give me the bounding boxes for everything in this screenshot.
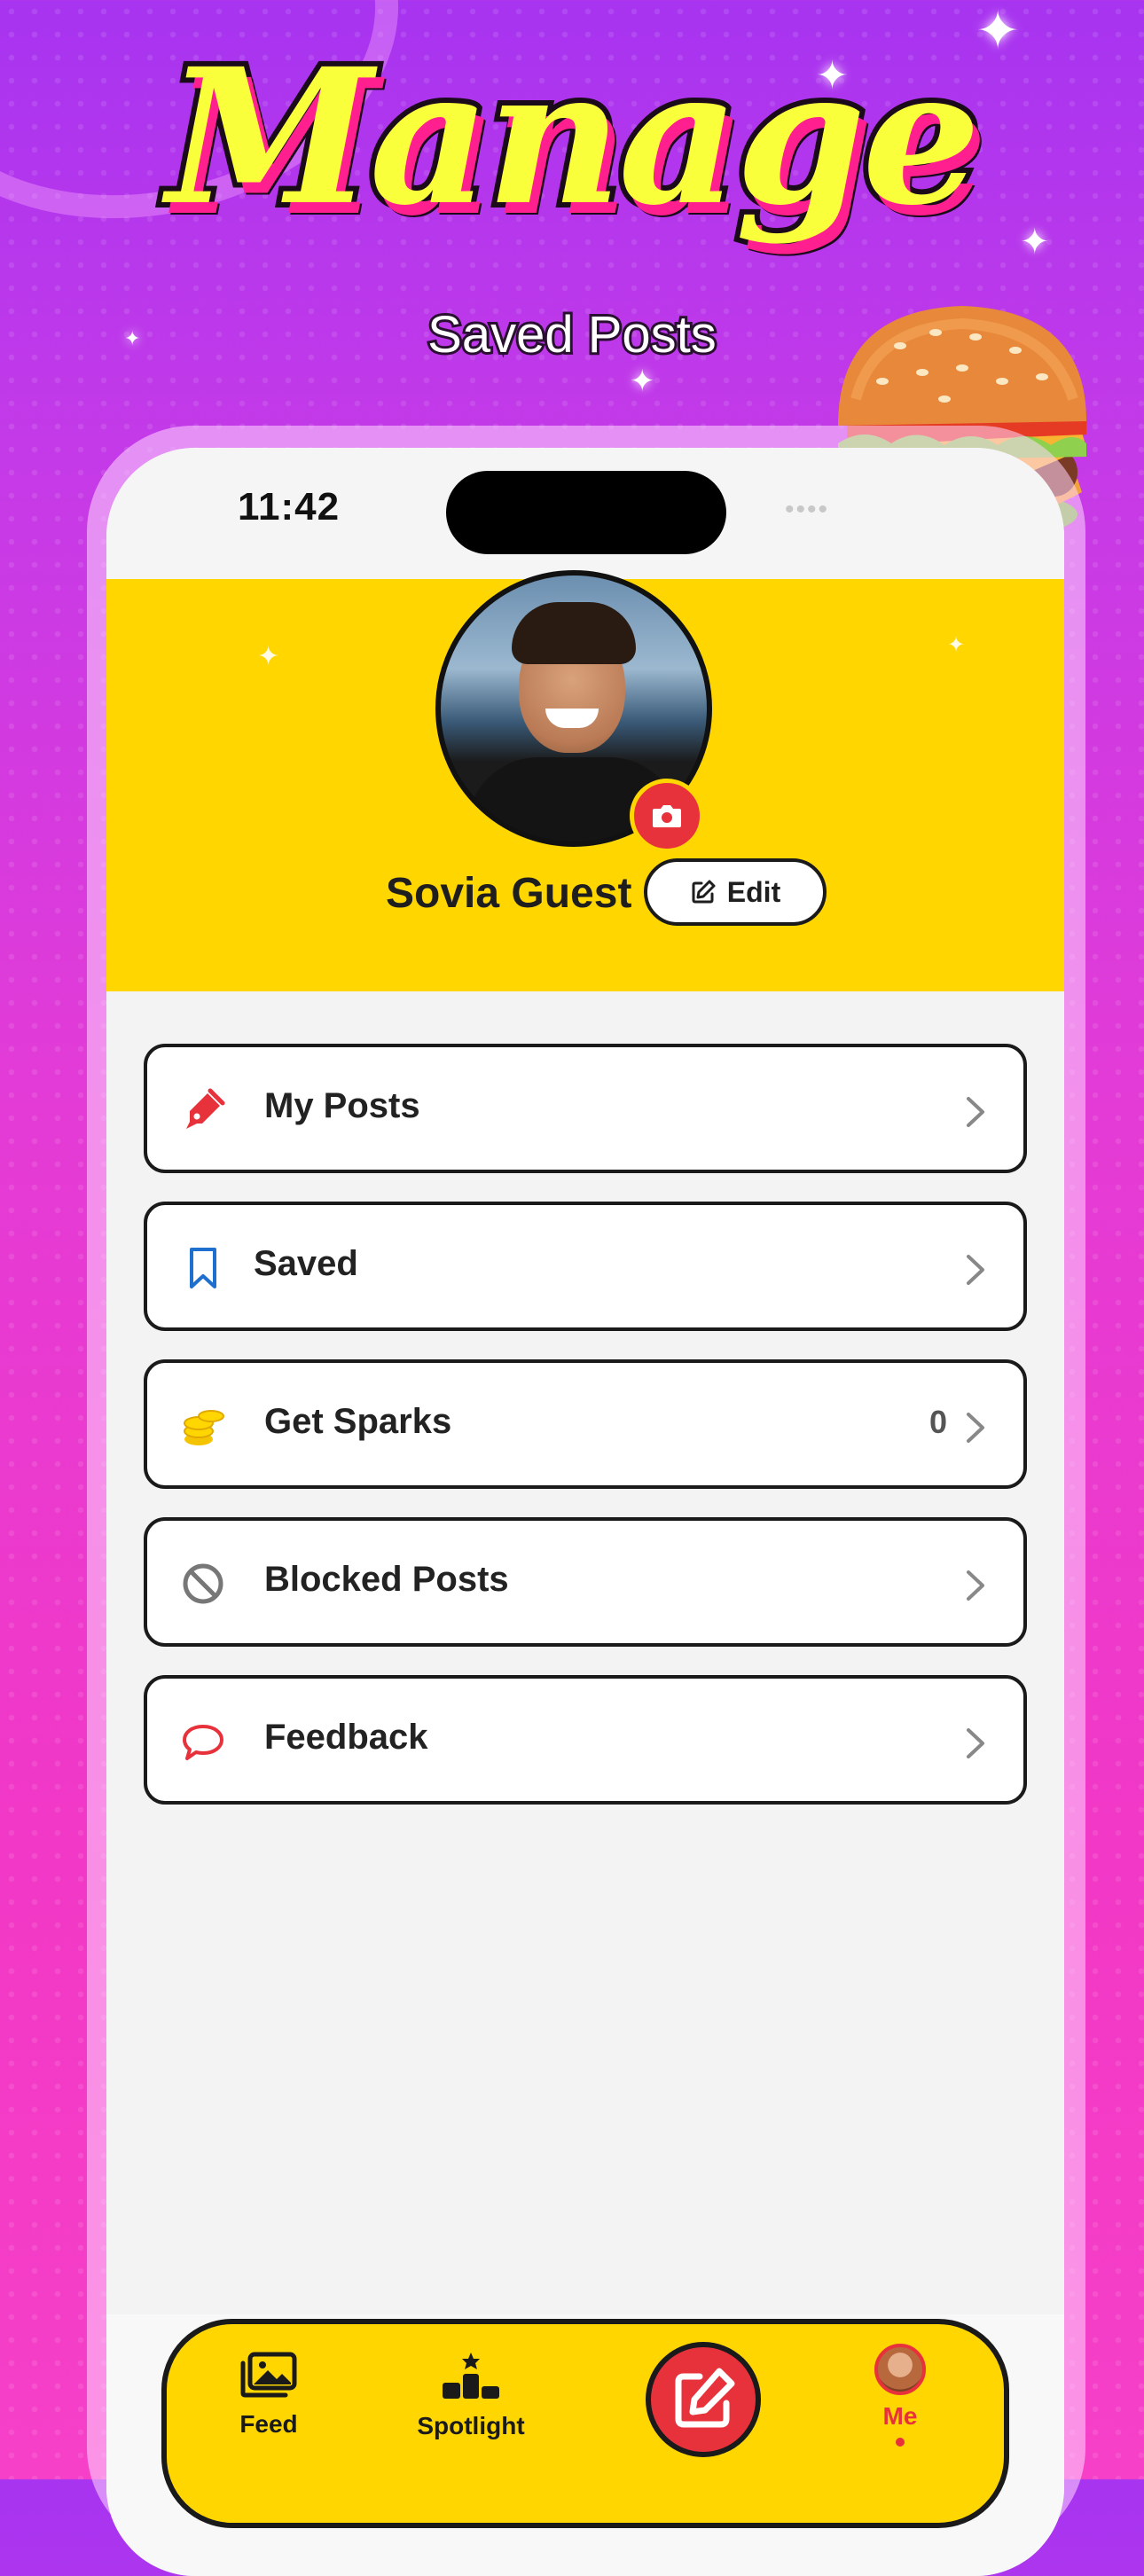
chevron-right-icon <box>967 1413 984 1443</box>
menu-label: Get Sparks <box>264 1402 452 1441</box>
compose-post-button[interactable] <box>646 2342 761 2457</box>
menu-label: Saved <box>254 1244 358 1283</box>
edit-profile-button[interactable]: Edit <box>644 858 827 926</box>
status-time: 11:42 <box>238 485 341 529</box>
tab-label: Spotlight <box>417 2412 525 2439</box>
block-icon <box>183 1563 223 1604</box>
promo-headline: Manage <box>161 27 986 247</box>
menu-item-saved[interactable]: Saved <box>144 1202 1027 1331</box>
menu-item-get-sparks[interactable]: Get Sparks 0 <box>144 1359 1027 1489</box>
tab-spotlight[interactable]: Spotlight <box>396 2351 546 2440</box>
menu-item-my-posts[interactable]: My Posts <box>144 1044 1027 1173</box>
camera-icon <box>653 805 681 827</box>
avatar-hair <box>512 602 636 664</box>
chat-bubble-icon <box>183 1725 223 1760</box>
tab-label: Me <box>882 2402 918 2430</box>
tab-label: Feed <box>239 2410 298 2438</box>
podium-icon <box>443 2353 499 2399</box>
bookmark-icon <box>190 1248 216 1288</box>
menu-item-blocked-posts[interactable]: Blocked Posts <box>144 1517 1027 1647</box>
menu-label: Blocked Posts <box>264 1560 509 1599</box>
tab-bar: Feed Spotlight Me <box>161 2319 1009 2528</box>
sparks-count: 0 <box>929 1404 947 1440</box>
tab-feed[interactable]: Feed <box>193 2351 344 2439</box>
dynamic-island <box>446 471 726 554</box>
chevron-right-icon <box>967 1570 984 1601</box>
change-photo-button[interactable] <box>630 779 704 853</box>
menu-label: Feedback <box>264 1718 428 1757</box>
sparkle-icon: ✦ <box>630 364 655 399</box>
chevron-right-icon <box>967 1728 984 1758</box>
active-indicator <box>896 2438 905 2447</box>
status-bar: 11:42 •••• <box>106 448 1064 579</box>
profile-name-row: Sovia Guest Edit <box>106 858 1064 929</box>
profile-menu: My Posts Saved Get Sparks 0 Blocked Post… <box>144 1044 1027 1833</box>
profile-name: Sovia Guest <box>386 870 632 917</box>
menu-item-feedback[interactable]: Feedback <box>144 1675 1027 1805</box>
pen-icon <box>186 1088 225 1129</box>
chevron-right-icon <box>967 1097 984 1127</box>
coins-icon <box>184 1410 224 1445</box>
me-avatar <box>874 2344 926 2395</box>
edit-icon <box>692 880 716 904</box>
tab-me[interactable]: Me <box>825 2344 976 2447</box>
edit-label: Edit <box>726 875 781 908</box>
chevron-right-icon <box>967 1255 984 1285</box>
profile-header: ✦ ✦ Sovia Guest Edit <box>106 570 1064 991</box>
phone-screen: 11:42 •••• ✦ ✦ Sovia Guest Edit My Posts… <box>106 448 1064 2576</box>
compose-icon <box>675 2368 735 2428</box>
gallery-icon <box>240 2352 297 2398</box>
signal-icon: •••• <box>785 495 830 524</box>
menu-label: My Posts <box>264 1086 420 1125</box>
sparkle-icon: ✦ <box>257 641 280 672</box>
sparkle-icon: ✦ <box>947 632 966 657</box>
